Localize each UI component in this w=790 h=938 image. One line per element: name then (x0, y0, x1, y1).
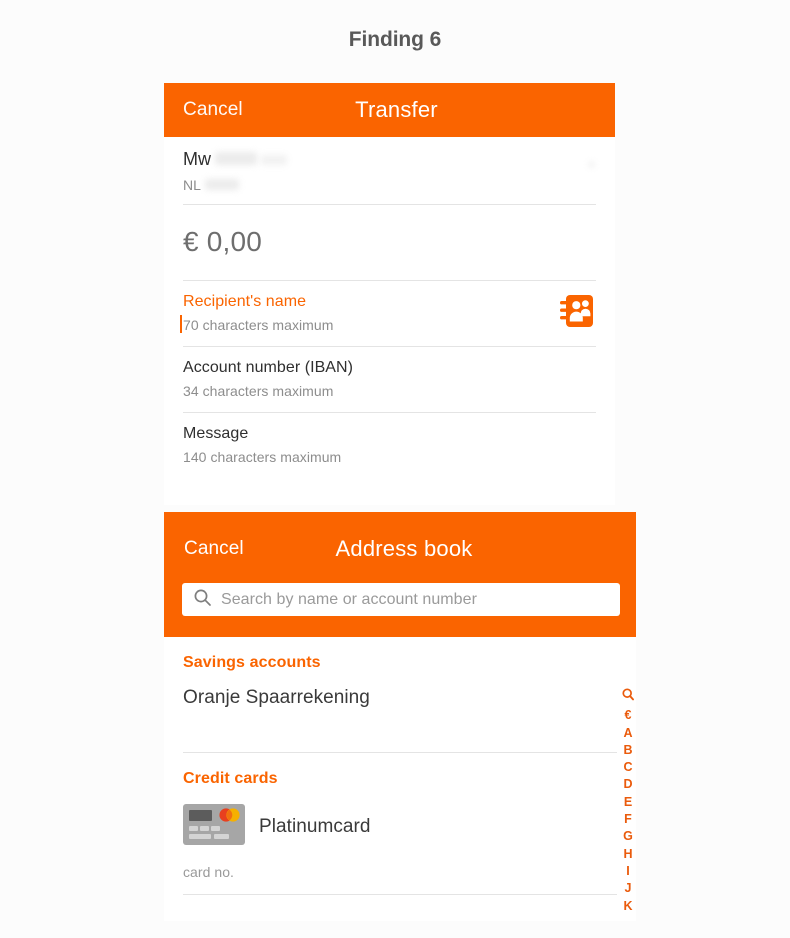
field-hint-message: 140 characters maximum (183, 449, 342, 465)
redaction-smudge (215, 152, 257, 165)
search-input[interactable]: Search by name or account number (182, 583, 620, 616)
list-item-name: Oranje Spaarrekening (183, 687, 370, 708)
search-icon (193, 588, 212, 612)
credit-card-icon (183, 804, 245, 850)
amount-row[interactable]: € 0,00 (164, 205, 615, 280)
index-entry[interactable]: H (623, 846, 632, 863)
address-book-screen: Cancel Address book Search by name or ac… (164, 512, 636, 921)
source-account-name: Mw (183, 149, 211, 169)
transfer-screen: Cancel Transfer Mw NL € 0,00 Recipient's… (164, 83, 615, 505)
source-account-iban-line: NL (183, 177, 596, 193)
list-item-name: Platinumcard (259, 816, 371, 837)
index-entry[interactable]: K (623, 898, 632, 915)
field-message[interactable]: Message 140 characters maximum (164, 413, 615, 505)
field-recipient-name[interactable]: Recipient's name 70 characters maximum (164, 281, 615, 346)
amount-value: € 0,00 (183, 226, 263, 257)
index-entry[interactable]: I (626, 863, 629, 880)
field-hint-text: 70 characters maximum (183, 317, 334, 333)
index-entry[interactable]: C (623, 759, 632, 776)
field-label-account-number: Account number (IBAN) (183, 359, 354, 376)
list-item[interactable]: Oranje Spaarrekening (164, 672, 636, 709)
address-book-icon[interactable] (557, 292, 595, 330)
field-hint-recipient-name: 70 characters maximum (180, 315, 596, 333)
screenshot-root: Finding 6 Cancel Transfer Mw NL € 0,00 R… (0, 0, 790, 938)
field-label-recipient-name: Recipient's name (183, 293, 307, 310)
list-item[interactable]: Platinumcard card no. (164, 788, 636, 880)
field-hint-account-number: 34 characters maximum (183, 383, 334, 399)
index-entry[interactable]: € (625, 707, 632, 724)
source-account-row[interactable]: Mw NL (164, 137, 615, 204)
field-account-number[interactable]: Account number (IBAN) 34 characters maxi… (164, 347, 615, 412)
list-item-subtitle: card no. (183, 864, 234, 880)
source-account-name-line: Mw (183, 149, 596, 170)
redaction-smudge (204, 179, 239, 190)
group-header-savings-accounts: Savings accounts (183, 654, 321, 671)
text-caret (180, 315, 182, 333)
group-header-credit-cards: Credit cards (183, 770, 278, 787)
index-entry[interactable]: A (623, 725, 632, 742)
index-entry[interactable]: D (623, 776, 632, 793)
redaction-smudge (261, 155, 287, 165)
index-entry[interactable]: E (624, 794, 632, 811)
address-book-header-bar: Cancel Address book Search by name or ac… (164, 512, 636, 637)
transfer-header-bar: Cancel Transfer (164, 83, 615, 137)
address-book-list: Savings accounts Oranje Spaarrekening Cr… (164, 637, 636, 921)
index-entry[interactable]: J (625, 880, 632, 897)
page-title: Finding 6 (348, 28, 442, 51)
index-entry[interactable]: B (623, 742, 632, 759)
search-icon[interactable] (622, 688, 634, 706)
index-entry[interactable]: G (623, 828, 633, 845)
list-item-main: Platinumcard (183, 804, 617, 850)
address-book-title: Address book (335, 536, 473, 561)
alphabet-index-strip[interactable]: € A B C D E F G H I J K (618, 688, 638, 915)
source-account-iban-prefix: NL (183, 177, 201, 193)
search-placeholder: Search by name or account number (221, 590, 477, 608)
index-entry[interactable]: F (624, 811, 632, 828)
field-label-message: Message (183, 425, 249, 442)
transfer-title: Transfer (355, 97, 438, 122)
redaction-smudge (589, 162, 594, 167)
